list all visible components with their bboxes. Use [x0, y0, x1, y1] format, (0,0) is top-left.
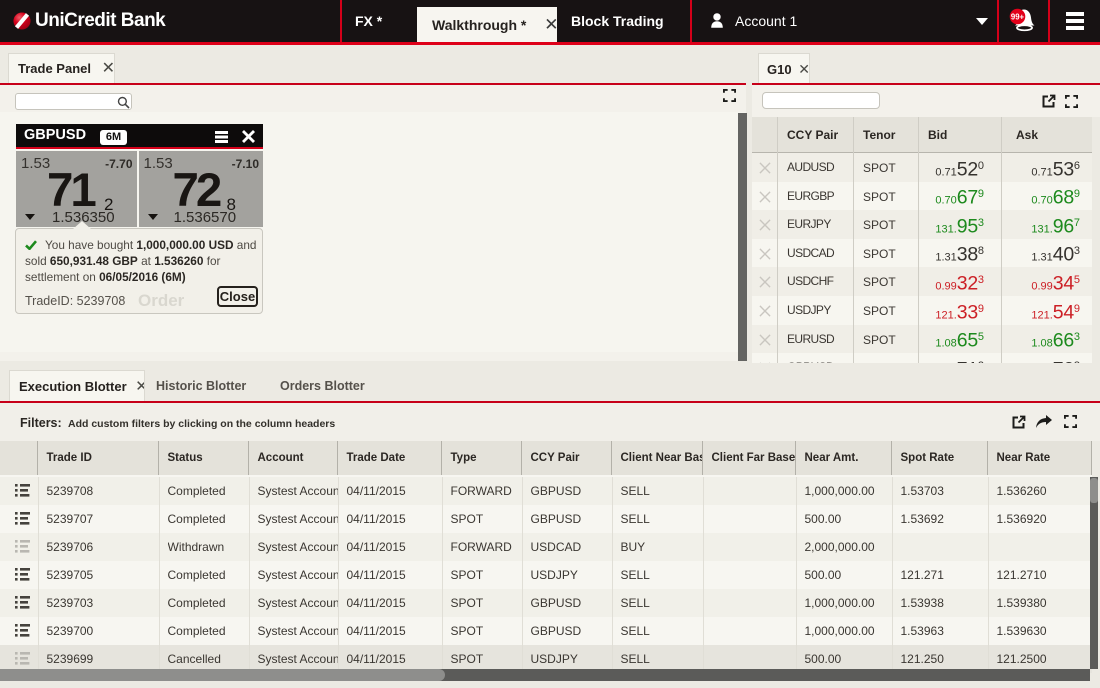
svg-text:99+: 99+	[1011, 12, 1025, 21]
